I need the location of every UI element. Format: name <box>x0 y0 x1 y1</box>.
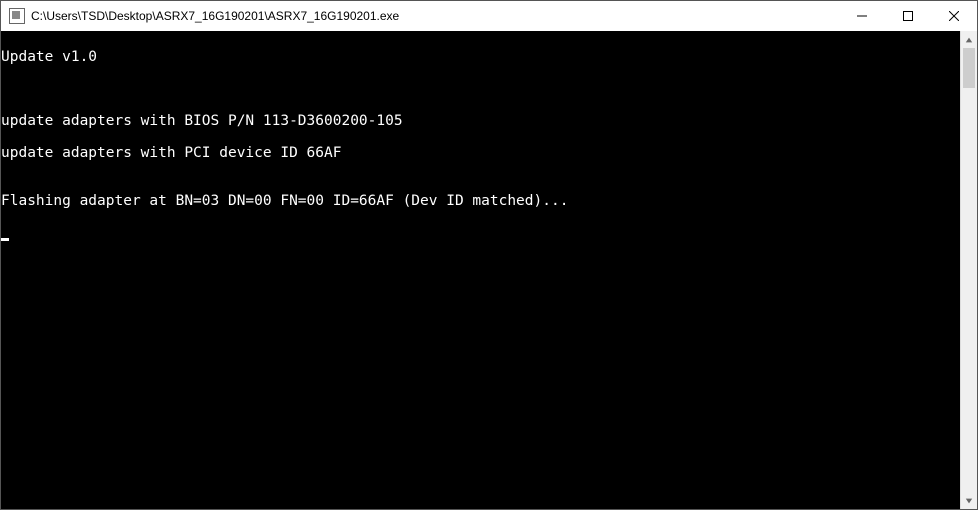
window-title: C:\Users\TSD\Desktop\ASRX7_16G190201\ASR… <box>31 9 839 23</box>
close-button[interactable] <box>931 1 977 31</box>
scroll-thumb[interactable] <box>963 48 975 88</box>
app-icon <box>9 8 25 24</box>
client-area: Update v1.0 update adapters with BIOS P/… <box>1 31 977 509</box>
console-line: Flashing adapter at BN=03 DN=00 FN=00 ID… <box>1 193 960 209</box>
scroll-down-button[interactable] <box>961 492 977 509</box>
maximize-icon <box>903 11 913 21</box>
maximize-button[interactable] <box>885 1 931 31</box>
scroll-up-button[interactable] <box>961 31 977 48</box>
close-icon <box>949 11 959 21</box>
window-controls <box>839 1 977 31</box>
minimize-icon <box>857 11 867 21</box>
console-line: update adapters with BIOS P/N 113-D36002… <box>1 113 960 129</box>
scroll-track[interactable] <box>961 48 977 492</box>
text-cursor <box>1 238 9 241</box>
chevron-up-icon <box>965 36 973 44</box>
console-line: Update v1.0 <box>1 49 960 65</box>
console-line: update adapters with PCI device ID 66AF <box>1 145 960 161</box>
chevron-down-icon <box>965 497 973 505</box>
console-output[interactable]: Update v1.0 update adapters with BIOS P/… <box>1 31 960 509</box>
window: C:\Users\TSD\Desktop\ASRX7_16G190201\ASR… <box>0 0 978 510</box>
vertical-scrollbar[interactable] <box>960 31 977 509</box>
titlebar[interactable]: C:\Users\TSD\Desktop\ASRX7_16G190201\ASR… <box>1 1 977 31</box>
minimize-button[interactable] <box>839 1 885 31</box>
